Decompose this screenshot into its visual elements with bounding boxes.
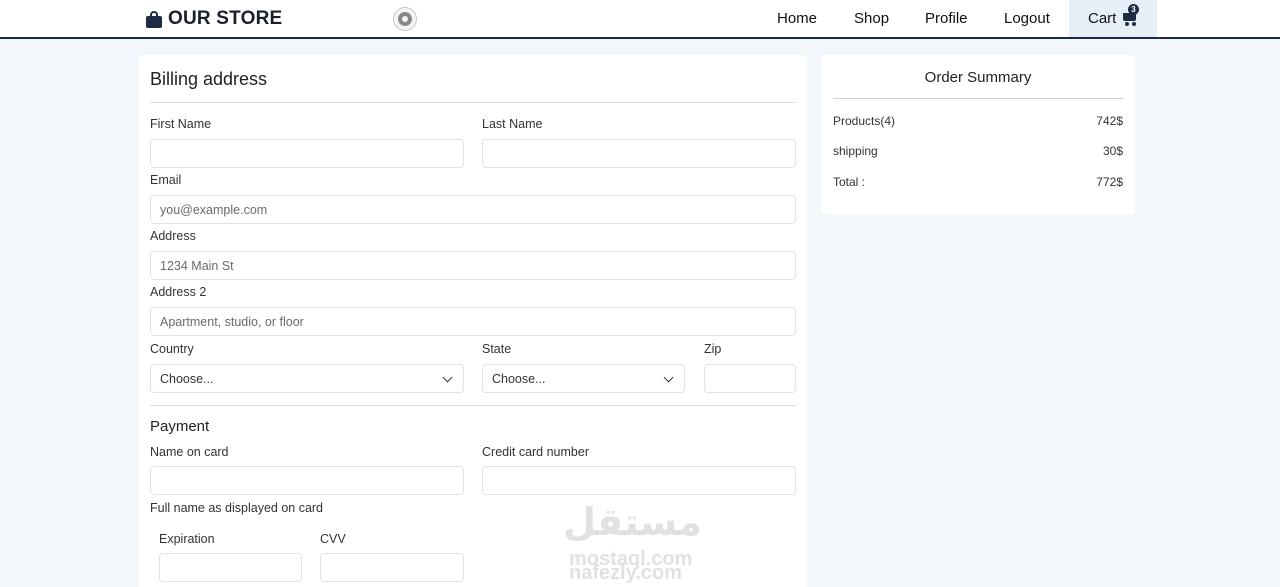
nav-link-home[interactable]: Home	[777, 10, 817, 27]
divider	[150, 102, 796, 103]
cart-label: Cart	[1088, 10, 1117, 27]
summary-row-label: Products(4)	[833, 114, 896, 128]
summary-row-label: shipping	[833, 144, 878, 158]
order-summary-title: Order Summary	[924, 69, 1032, 86]
chevron-down-icon	[442, 372, 453, 383]
payment-title: Payment	[150, 418, 210, 435]
first-name-input[interactable]	[150, 139, 464, 168]
address2-label: Address 2	[150, 285, 207, 299]
cart-count-badge: 3	[1128, 4, 1139, 15]
brand-link[interactable]: OUR STORE	[146, 8, 282, 30]
chevron-down-icon	[663, 372, 674, 383]
divider	[150, 405, 796, 406]
divider	[833, 98, 1123, 99]
last-name-label: Last Name	[482, 117, 543, 131]
shopping-bag-icon	[146, 10, 162, 28]
email-input[interactable]	[150, 195, 796, 224]
nav-link-cart[interactable]: Cart 3	[1069, 0, 1157, 37]
state-label: State	[482, 342, 512, 356]
order-summary-card: Order Summary Products(4) 742$ shipping …	[821, 55, 1135, 214]
last-name-input[interactable]	[482, 139, 796, 168]
cvv-input[interactable]	[320, 553, 464, 582]
zip-label: Zip	[704, 342, 722, 356]
email-label: Email	[150, 173, 182, 187]
card-name-input[interactable]	[150, 466, 464, 495]
country-select-value: Choose...	[160, 372, 214, 386]
zip-input[interactable]	[704, 364, 796, 393]
summary-row-label: Total :	[833, 175, 866, 189]
address-label: Address	[150, 229, 196, 243]
state-select[interactable]: Choose...	[482, 364, 685, 393]
card-number-label: Credit card number	[482, 445, 589, 459]
billing-card: Billing address First Name Last Name Ema…	[139, 55, 807, 587]
cvv-label: CVV	[320, 532, 346, 546]
settings-button[interactable]	[393, 7, 417, 31]
brand-name: OUR STORE	[168, 8, 283, 29]
card-name-label: Name on card	[150, 445, 229, 459]
address-input[interactable]	[150, 251, 796, 280]
navbar: OUR STORE Home Shop Profile Logout Cart …	[0, 0, 1280, 39]
summary-row-value: 772$	[1096, 175, 1123, 189]
billing-title: Billing address	[150, 69, 268, 89]
expiration-input[interactable]	[159, 553, 302, 582]
card-number-input[interactable]	[482, 466, 796, 495]
first-name-label: First Name	[150, 117, 212, 131]
card-name-hint: Full name as displayed on card	[150, 501, 324, 515]
expiration-label: Expiration	[159, 532, 215, 546]
nav-link-logout[interactable]: Logout	[1004, 10, 1050, 27]
nav-link-profile[interactable]: Profile	[925, 10, 968, 27]
state-select-value: Choose...	[492, 372, 546, 386]
address2-input[interactable]	[150, 307, 796, 336]
nav-link-shop[interactable]: Shop	[854, 10, 889, 27]
summary-row-value: 30$	[1102, 144, 1123, 158]
gear-icon	[398, 12, 412, 26]
country-label: Country	[150, 342, 194, 356]
country-select[interactable]: Choose...	[150, 364, 464, 393]
summary-row-value: 742$	[1096, 114, 1123, 128]
